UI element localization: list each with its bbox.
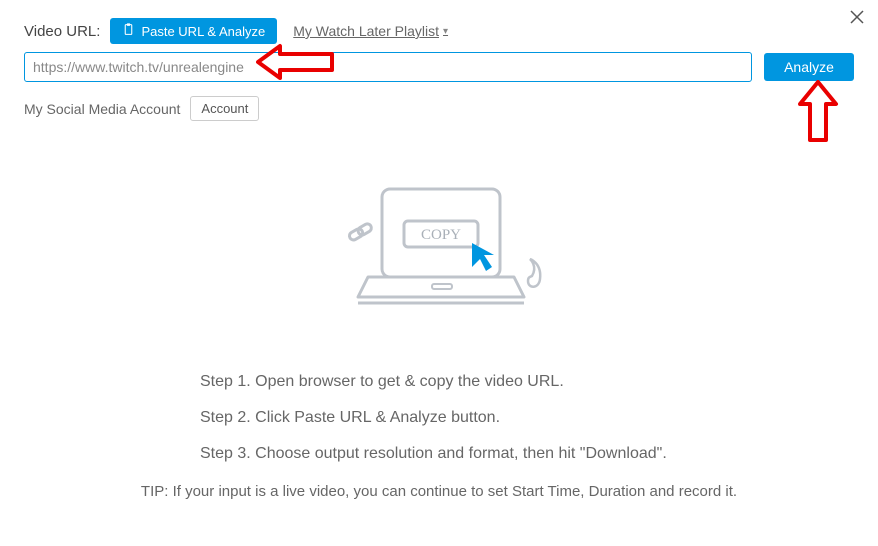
laptop-illustration: COPY bbox=[0, 181, 878, 331]
step-3-text: Step 3. Choose output resolution and for… bbox=[200, 445, 878, 463]
close-button[interactable] bbox=[850, 8, 864, 29]
tip-text: TIP: If your input is a live video, you … bbox=[0, 483, 878, 500]
account-button[interactable]: Account bbox=[190, 96, 259, 121]
chevron-down-icon: ▾ bbox=[443, 26, 448, 37]
playlist-link-label: My Watch Later Playlist bbox=[293, 23, 439, 39]
paste-url-analyze-button[interactable]: Paste URL & Analyze bbox=[110, 18, 277, 44]
watch-later-playlist-link[interactable]: My Watch Later Playlist ▾ bbox=[293, 23, 448, 39]
video-url-label: Video URL: bbox=[24, 23, 100, 40]
step-2-text: Step 2. Click Paste URL & Analyze button… bbox=[200, 409, 878, 427]
paste-btn-label: Paste URL & Analyze bbox=[141, 24, 265, 39]
step-1-text: Step 1. Open browser to get & copy the v… bbox=[200, 373, 878, 391]
clipboard-icon bbox=[122, 23, 135, 39]
analyze-button[interactable]: Analyze bbox=[764, 53, 854, 81]
social-media-label: My Social Media Account bbox=[24, 101, 180, 117]
copy-label: COPY bbox=[421, 227, 461, 243]
video-url-input[interactable] bbox=[24, 52, 752, 82]
